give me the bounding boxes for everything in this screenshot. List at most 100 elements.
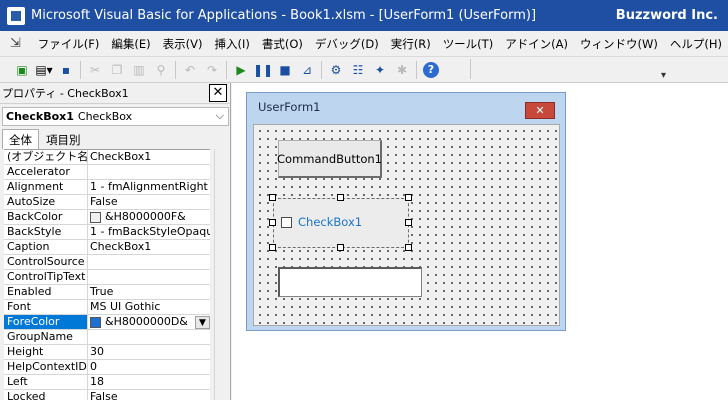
property-value[interactable]: CheckBox1 — [88, 240, 210, 254]
tab-alphabetic[interactable]: 全体 — [2, 129, 39, 149]
resize-handle[interactable] — [337, 194, 344, 201]
paste-icon[interactable]: ▥ — [128, 60, 150, 80]
property-name: Caption — [4, 240, 88, 254]
toolbox-icon[interactable]: ✱ — [391, 60, 413, 80]
property-value[interactable] — [88, 330, 210, 344]
undo-icon[interactable]: ↶ — [179, 60, 201, 80]
menu-addins[interactable]: アドイン(A) — [499, 36, 574, 52]
tab-categorized[interactable]: 項目別 — [39, 129, 88, 149]
resize-handle[interactable] — [269, 219, 276, 226]
toolbar-overflow[interactable] — [470, 59, 668, 81]
property-row[interactable]: Height 30 — [4, 345, 210, 360]
property-row[interactable]: AutoSize False — [4, 195, 210, 210]
copy-icon[interactable]: ❐ — [106, 60, 128, 80]
window-title: Microsoft Visual Basic for Applications … — [31, 8, 537, 23]
chevron-down-icon[interactable]: ▼ — [195, 315, 210, 329]
resize-handle[interactable] — [405, 219, 412, 226]
properties-close-button[interactable]: ✕ — [209, 84, 227, 102]
property-row[interactable]: Caption CheckBox1 — [4, 240, 210, 255]
property-row[interactable]: Enabled True — [4, 285, 210, 300]
property-row[interactable]: HelpContextID 0 — [4, 360, 210, 375]
resize-handle[interactable] — [337, 244, 344, 251]
property-value[interactable] — [88, 270, 210, 284]
property-value[interactable] — [88, 165, 210, 179]
property-value[interactable] — [88, 255, 210, 269]
property-value[interactable]: 30 — [88, 345, 210, 359]
resize-handle[interactable] — [269, 244, 276, 251]
menu-insert[interactable]: 挿入(I) — [208, 36, 255, 52]
property-row[interactable]: BackColor &H8000000F& — [4, 210, 210, 225]
object-dropdown[interactable]: CheckBox1 CheckBox ⌵ — [2, 107, 229, 126]
property-name: BackColor — [4, 210, 88, 224]
resize-handle[interactable] — [405, 244, 412, 251]
property-row[interactable]: Left 18 — [4, 375, 210, 390]
save-icon[interactable]: ▪ — [55, 60, 77, 80]
menu-debug[interactable]: デバッグ(D) — [309, 36, 385, 52]
property-value[interactable]: CheckBox1 — [88, 150, 210, 164]
textbox-control[interactable] — [278, 267, 422, 297]
object-browser-icon[interactable]: ✦ — [369, 60, 391, 80]
menu-edit[interactable]: 編集(E) — [105, 36, 156, 52]
property-value[interactable]: 1 - fmBackStyleOpaqu — [88, 225, 210, 239]
menu-format[interactable]: 書式(O) — [256, 36, 309, 52]
property-row[interactable]: Alignment 1 - fmAlignmentRight — [4, 180, 210, 195]
insert-userform-icon[interactable]: ▤▾ — [33, 60, 55, 80]
brand-label: Buzzword Inc. — [615, 8, 718, 23]
resize-handle[interactable] — [405, 194, 412, 201]
help-button[interactable]: ? — [420, 60, 442, 80]
cut-icon[interactable]: ✂ — [84, 60, 106, 80]
property-value[interactable]: False — [88, 195, 210, 209]
property-row[interactable]: Locked False — [4, 390, 210, 400]
find-icon[interactable]: ⚲ — [150, 60, 172, 80]
menu-file[interactable]: ファイル(F) — [32, 36, 106, 52]
userform-window[interactable]: UserForm1 ✕ CommandButton1 CheckBox1 — [246, 92, 566, 331]
property-row[interactable]: (オブジェクト名) CheckBox1 — [4, 150, 210, 165]
menu-tools[interactable]: ツール(T) — [437, 36, 500, 52]
property-value[interactable]: &H8000000F& — [88, 210, 210, 224]
property-row[interactable]: ControlSource — [4, 255, 210, 270]
project-explorer-icon[interactable]: ⚙ — [325, 60, 347, 80]
design-mode-icon[interactable]: ⊿ — [296, 60, 318, 80]
property-row[interactable]: Accelerator — [4, 165, 210, 180]
property-value[interactable]: 0 — [88, 360, 210, 374]
userform-canvas[interactable]: CommandButton1 CheckBox1 — [253, 124, 560, 326]
userform-close-button[interactable]: ✕ — [525, 102, 555, 119]
menu-window[interactable]: ウィンドウ(W) — [574, 36, 664, 52]
property-value[interactable]: True — [88, 285, 210, 299]
checkbox-square[interactable] — [281, 216, 292, 228]
property-row[interactable]: ControlTipText — [4, 270, 210, 285]
property-name: Alignment — [4, 180, 88, 194]
command-button[interactable]: CommandButton1 — [277, 140, 382, 178]
property-value[interactable]: MS UI Gothic — [88, 300, 210, 314]
properties-icon[interactable]: ☷ — [347, 60, 369, 80]
property-value[interactable]: &H8000000D& ▼ — [88, 315, 210, 329]
property-name: BackStyle — [4, 225, 88, 239]
property-value-text: CheckBox1 — [90, 240, 152, 253]
property-value-text: 1 - fmAlignmentRight — [90, 180, 208, 193]
property-row[interactable]: Font MS UI Gothic — [4, 300, 210, 315]
property-row[interactable]: GroupName — [4, 330, 210, 345]
property-value-text: False — [90, 390, 118, 400]
menu-run[interactable]: 実行(R) — [385, 36, 437, 52]
menu-help[interactable]: ヘルプ(H) — [664, 36, 728, 52]
property-row-selected[interactable]: ForeColor &H8000000D& ▼ — [4, 315, 210, 330]
properties-title: プロパティ - CheckBox1 — [2, 87, 129, 100]
property-value-text: 1 - fmBackStyleOpaqu — [90, 225, 210, 238]
property-row[interactable]: BackStyle 1 - fmBackStyleOpaqu — [4, 225, 210, 240]
property-value[interactable]: False — [88, 390, 210, 400]
property-grid-scrollbar[interactable] — [214, 149, 228, 400]
property-value[interactable]: 18 — [88, 375, 210, 389]
vba-app-icon[interactable] — [7, 6, 25, 25]
menu-view[interactable]: 表示(V) — [157, 36, 209, 52]
checkbox-control[interactable]: CheckBox1 — [273, 198, 409, 248]
resize-handle[interactable] — [269, 194, 276, 201]
redo-icon[interactable]: ↷ — [201, 60, 223, 80]
property-name: GroupName — [4, 330, 88, 344]
checkbox-label: CheckBox1 — [298, 215, 363, 229]
property-value[interactable]: 1 - fmAlignmentRight — [88, 180, 210, 194]
property-value-text: True — [90, 285, 114, 298]
reset-icon[interactable]: ■ — [274, 60, 296, 80]
run-icon[interactable]: ▶ — [230, 60, 252, 80]
excel-icon[interactable]: ▣ — [11, 60, 33, 80]
break-icon[interactable]: ❚❚ — [252, 60, 274, 80]
